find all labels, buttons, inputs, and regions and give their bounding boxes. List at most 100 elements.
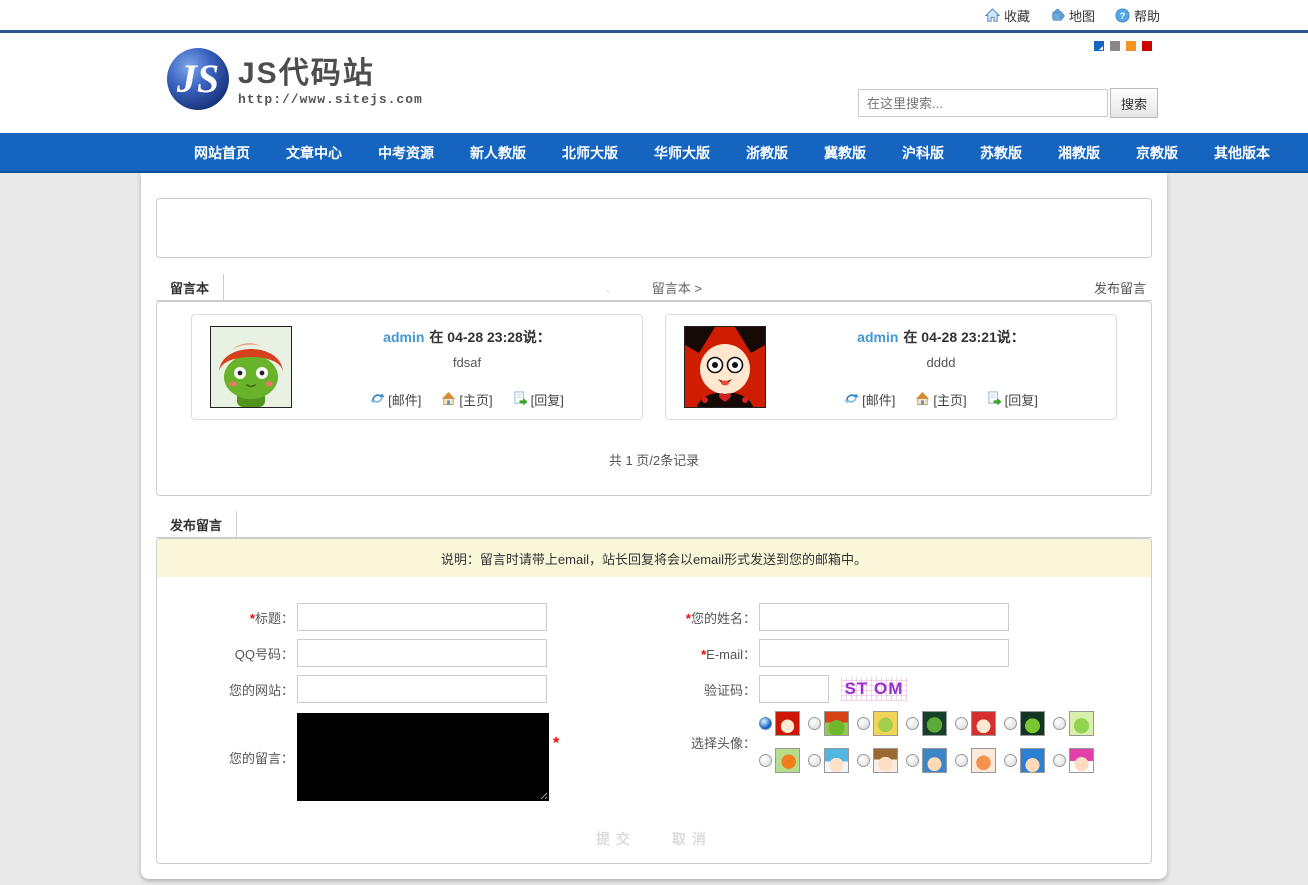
topbar: 收藏 地图 ? 帮助 <box>0 0 1308 33</box>
message-field[interactable] <box>297 713 549 801</box>
avatar-option-ninja-frog[interactable] <box>1020 711 1045 736</box>
avatar-radio[interactable] <box>955 754 968 767</box>
breadcrumb: . 留言本 > <box>156 274 1152 300</box>
help-link[interactable]: ? 帮助 <box>1115 6 1160 25</box>
avatar-radio[interactable] <box>1053 717 1066 730</box>
name-field[interactable] <box>759 603 1009 631</box>
nav-item-beishida[interactable]: 北师大版 <box>544 133 636 171</box>
nav-item-other[interactable]: 其他版本 <box>1196 133 1288 171</box>
favorites-link[interactable]: 收藏 <box>985 6 1030 25</box>
theme-red-square[interactable] <box>1142 41 1152 51</box>
avatar-radio[interactable] <box>808 717 821 730</box>
nav-item-jingjiao[interactable]: 京教版 <box>1118 133 1196 171</box>
avatar-radio[interactable] <box>1053 754 1066 767</box>
breadcrumb-current: 留言本 > <box>652 278 702 297</box>
theme-blue-square[interactable] <box>1094 41 1104 51</box>
nav-item-zhongkao[interactable]: 中考资源 <box>360 133 452 171</box>
message-card: admin在 04-28 23:21说： dddd [邮件] [主页] <box>665 314 1117 420</box>
avatar-radio[interactable] <box>759 717 772 730</box>
avatar-option-orange-pig[interactable] <box>971 748 996 773</box>
help-label: 帮助 <box>1134 6 1160 25</box>
main-nav: 网站首页 文章中心 中考资源 新人教版 北师大版 华师大版 浙教版 冀教版 沪科… <box>0 133 1308 173</box>
website-field[interactable] <box>297 675 547 703</box>
reply-icon <box>987 391 1002 409</box>
avatar-selector <box>759 711 1102 773</box>
homepage-action[interactable]: [主页] <box>915 390 966 409</box>
mail-action-label: [邮件] <box>862 390 895 409</box>
message-content: fdsaf <box>453 355 481 370</box>
search-input[interactable] <box>858 89 1108 117</box>
sitemap-link[interactable]: 地图 <box>1050 6 1095 25</box>
qq-label: QQ号码： <box>185 644 297 663</box>
message-time: 在 04-28 23:28说： <box>429 329 550 345</box>
submit-button[interactable]: 提交 <box>596 829 636 849</box>
guestbook-list: admin 在 04-28 23:28说： fdsaf [邮件] [主页] <box>156 301 1152 496</box>
nav-item-sujiao[interactable]: 苏教版 <box>962 133 1040 171</box>
theme-orange-square[interactable] <box>1126 41 1136 51</box>
home-page-icon <box>441 391 456 409</box>
avatar-option-pink-hair-girl[interactable] <box>1069 748 1094 773</box>
nav-item-zhejiao[interactable]: 浙教版 <box>728 133 806 171</box>
avatar-radio[interactable] <box>857 717 870 730</box>
title-field[interactable] <box>297 603 547 631</box>
avatar-option-baby-boy[interactable] <box>873 748 898 773</box>
site-logo[interactable]: JS JS代码站 http://www.sitejs.com <box>164 45 423 118</box>
nav-item-huashida[interactable]: 华师大版 <box>636 133 728 171</box>
search-button[interactable]: 搜索 <box>1110 88 1158 118</box>
mail-action[interactable]: [邮件] <box>844 390 895 409</box>
nav-item-xiangjiao[interactable]: 湘教版 <box>1040 133 1118 171</box>
guestbook-section-head: 留言本 . 留言本 > 发布留言 <box>156 274 1152 301</box>
nav-item-articles[interactable]: 文章中心 <box>268 133 360 171</box>
pucca-avatar <box>684 326 766 408</box>
message-author[interactable]: admin <box>383 329 424 345</box>
avatar-option-blue-hair-girl[interactable] <box>824 748 849 773</box>
avatar-option-pucca-red[interactable] <box>775 711 800 736</box>
avatar-radio[interactable] <box>1004 717 1017 730</box>
avatar-option-yellow-round-frog[interactable] <box>873 711 898 736</box>
reply-action[interactable]: [回复] <box>987 390 1038 409</box>
theme-gray-square[interactable] <box>1110 41 1120 51</box>
post-message-link[interactable]: 发布留言 <box>1094 274 1152 300</box>
logo-text: JS代码站 http://www.sitejs.com <box>238 45 423 107</box>
site-title: JS代码站 <box>238 59 423 89</box>
captcha-image[interactable]: ST OM <box>841 677 907 701</box>
captcha-label: 验证码： <box>647 680 759 699</box>
form-notice: 说明：留言时请带上email，站长回复将会以email形式发送到您的邮箱中。 <box>157 539 1151 577</box>
avatar-option-flower-frog[interactable] <box>1069 711 1094 736</box>
homepage-action-label: [主页] <box>933 390 966 409</box>
mail-action[interactable]: [邮件] <box>370 390 421 409</box>
avatar-option-blue-hair-boy[interactable] <box>1020 748 1045 773</box>
email-field[interactable] <box>759 639 1009 667</box>
breadcrumb-dot: . <box>606 280 610 295</box>
avatar-option-dark-green-frog[interactable] <box>922 711 947 736</box>
title-label: *标题： <box>185 608 297 627</box>
avatar-radio[interactable] <box>857 754 870 767</box>
avatar-option-pucca-smile[interactable] <box>971 711 996 736</box>
tab-post-message[interactable]: 发布留言 <box>156 511 237 537</box>
cancel-button[interactable]: 取消 <box>672 829 712 849</box>
nav-item-jijiao[interactable]: 冀教版 <box>806 133 884 171</box>
nav-item-xinrenjiao[interactable]: 新人教版 <box>452 133 544 171</box>
avatar-radio[interactable] <box>906 717 919 730</box>
qq-field[interactable] <box>297 639 547 667</box>
avatar-radio[interactable] <box>906 754 919 767</box>
reply-action-label: [回复] <box>531 390 564 409</box>
avatar-option-frog-red-helmet[interactable] <box>824 711 849 736</box>
tab-guestbook[interactable]: 留言本 <box>156 274 224 300</box>
logo-sphere-icon: JS <box>164 45 232 118</box>
avatar-option-carrot[interactable] <box>775 748 800 773</box>
post-form-section-head: 发布留言 <box>156 511 1152 538</box>
reply-action[interactable]: [回复] <box>513 390 564 409</box>
homepage-action[interactable]: [主页] <box>441 390 492 409</box>
message-author[interactable]: admin <box>857 329 898 345</box>
nav-item-home[interactable]: 网站首页 <box>176 133 268 171</box>
avatar-radio[interactable] <box>759 754 772 767</box>
avatar-option-goggles-kid[interactable] <box>922 748 947 773</box>
banner-placeholder <box>156 198 1152 258</box>
captcha-field[interactable] <box>759 675 829 703</box>
avatar-radio[interactable] <box>1004 754 1017 767</box>
avatar-radio[interactable] <box>808 754 821 767</box>
avatar-radio[interactable] <box>955 717 968 730</box>
nav-item-huke[interactable]: 沪科版 <box>884 133 962 171</box>
search-box: 搜索 <box>858 88 1158 118</box>
